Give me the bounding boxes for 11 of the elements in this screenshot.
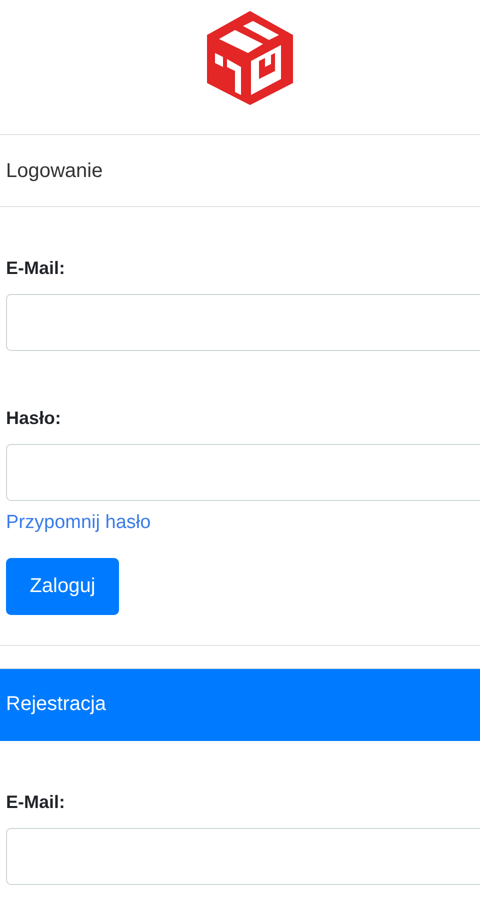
- box-logo-icon: [205, 9, 295, 107]
- card-title: Rejestracja: [6, 692, 106, 717]
- remind-password-link[interactable]: Przypomnij hasło: [6, 509, 151, 538]
- input-field[interactable]: [6, 828, 480, 884]
- login-button[interactable]: Zaloguj: [6, 558, 119, 614]
- card-title: Logowanie: [6, 158, 103, 184]
- input-field[interactable]: [6, 444, 480, 501]
- input-field[interactable]: [6, 294, 480, 351]
- field-label: Hasło:: [6, 407, 62, 430]
- field-label: E-Mail:: [6, 790, 66, 814]
- field-label: E-Mail:: [6, 257, 66, 280]
